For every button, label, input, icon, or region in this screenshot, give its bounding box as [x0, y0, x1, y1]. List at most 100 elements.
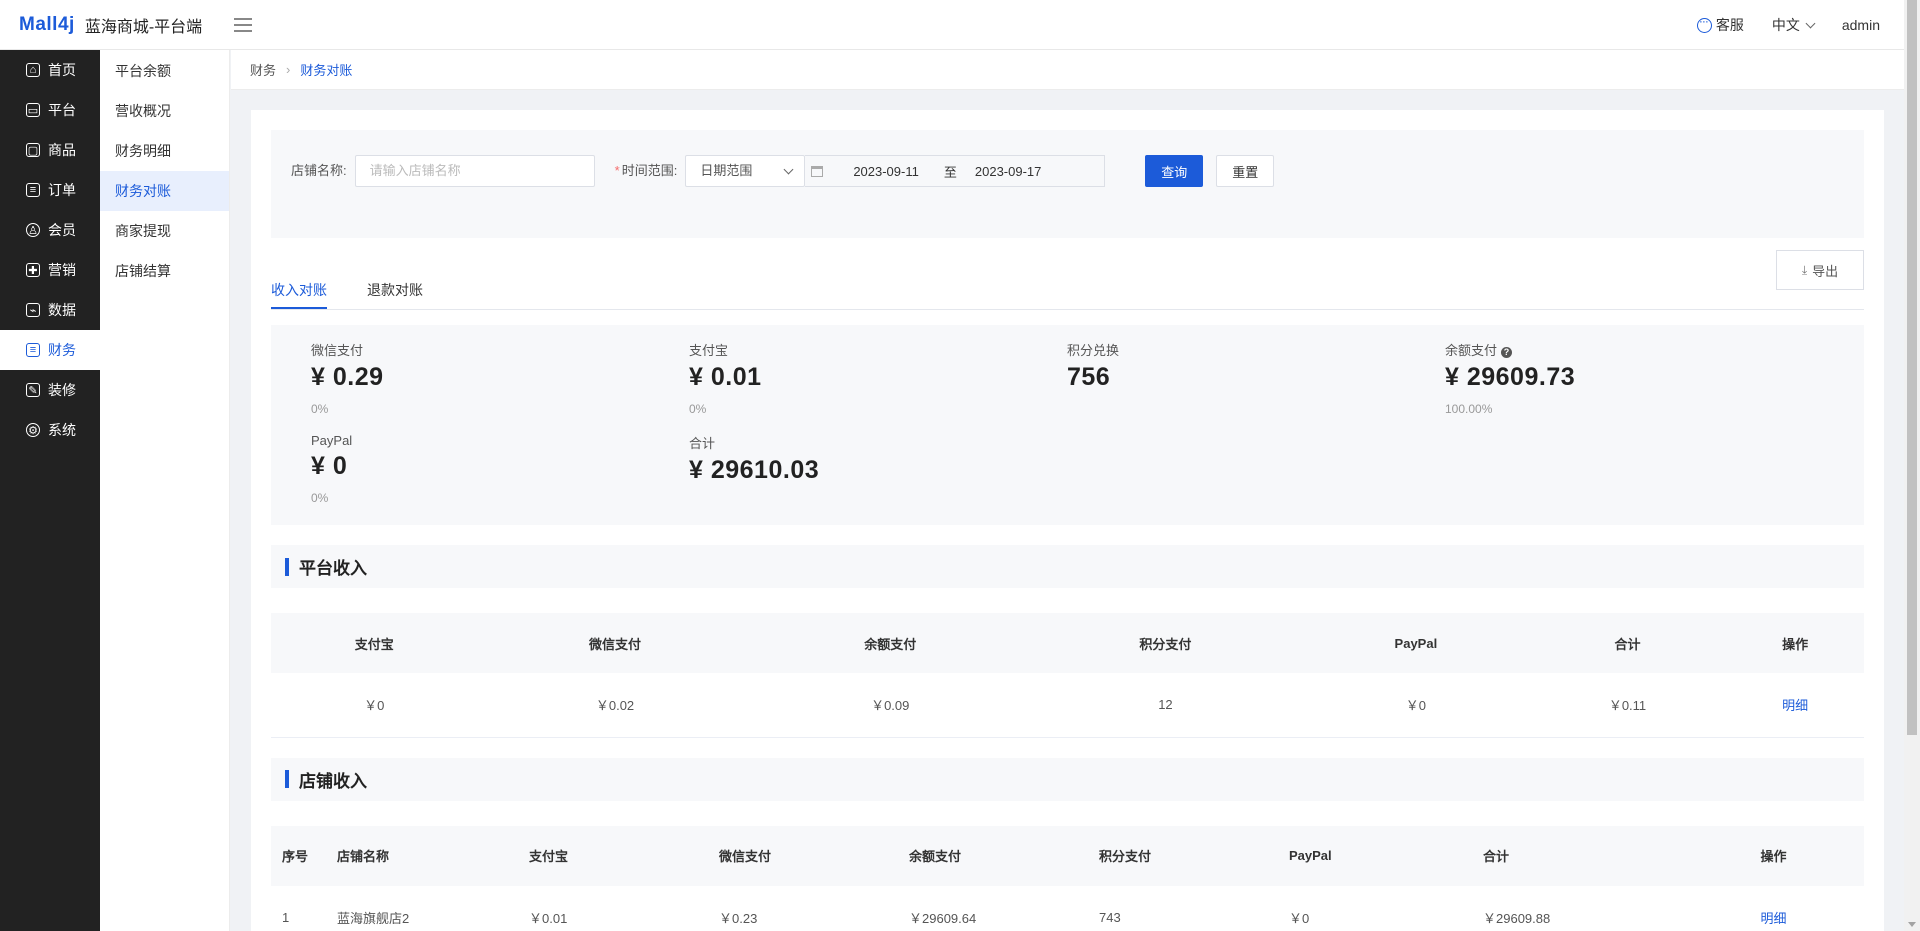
chevron-down-icon	[1805, 18, 1816, 28]
scroll-down-arrow-icon[interactable]	[1908, 922, 1916, 927]
stat-percent: 0%	[311, 491, 329, 505]
stat-label: 合计	[689, 436, 716, 451]
page-scrollbar[interactable]	[1904, 0, 1920, 931]
table-cell: ￥0.01	[529, 910, 568, 926]
table-cell: ￥29609.64	[909, 910, 977, 926]
reset-button[interactable]: 重置	[1216, 155, 1275, 187]
stat-value: ¥ 0	[311, 452, 348, 480]
language-select[interactable]: 中文	[1771, 15, 1816, 35]
range-separator: 至	[943, 164, 957, 180]
table-header: 序号	[282, 849, 309, 864]
gift-icon: ✚	[26, 263, 40, 277]
stat-percent: 0%	[689, 402, 707, 416]
stat-label: PayPal	[311, 433, 353, 448]
submenu-item-withdrawal[interactable]: 商家提现	[100, 211, 229, 251]
shop-income-table: 序号 店铺名称 支付宝 微信支付 余额支付 积分支付 PayPal 合计 操作 …	[271, 825, 1864, 931]
sidebar-item-order[interactable]: ≡ 订单	[0, 170, 100, 210]
logo[interactable]: Mall4j 蓝海商城-平台端	[0, 13, 230, 37]
breadcrumb-parent[interactable]: 财务	[250, 60, 276, 79]
table-header-row: 序号 店铺名称 支付宝 微信支付 余额支付 积分支付 PayPal 合计 操作	[271, 825, 1864, 886]
sidebar-item-system[interactable]: ⚙ 系统	[0, 410, 100, 450]
table-cell: ￥0	[1289, 910, 1310, 926]
date-range-picker[interactable]: 2023-09-11 至 2023-09-17	[805, 155, 1106, 187]
table-header: PayPal	[1289, 848, 1332, 863]
chevron-down-icon	[783, 164, 794, 174]
filter-panel: 店铺名称: 请输入店铺名称 * 时间范围: 日期范围 2023-09-11 至 2…	[271, 130, 1864, 238]
sidebar-item-data[interactable]: ⌁ 数据	[0, 290, 100, 330]
range-type-select[interactable]: 日期范围	[685, 155, 806, 187]
help-icon[interactable]: ?	[1501, 347, 1513, 358]
submenu-item-finance-detail[interactable]: 财务明细	[100, 131, 229, 171]
title-accent-bar	[285, 770, 289, 788]
time-range-label: * 时间范围:	[614, 163, 678, 178]
order-icon: ≡	[26, 183, 40, 197]
table-header: 积分支付	[1139, 636, 1192, 652]
platform-income-title: 平台收入	[271, 545, 1864, 588]
user-menu[interactable]: admin	[1842, 17, 1880, 33]
sidebar-item-label: 首页	[48, 62, 76, 78]
sidebar-item-decorate[interactable]: ✎ 装修	[0, 370, 100, 410]
calendar-icon	[811, 165, 824, 177]
detail-link[interactable]: 明细	[1760, 911, 1786, 926]
main-sidebar: ⌂ 首页 ▭ 平台 ▢ 商品 ≡ 订单 ♙ 会员 ✚ 营销 ⌁ 数据 ≡ 财务 ✎ 装修 ⚙ 系统	[0, 50, 100, 931]
stat-points: 积分兑换 756	[1067, 340, 1427, 392]
table-cell: ￥0.23	[719, 910, 758, 926]
table-header: 支付宝	[529, 849, 569, 864]
table-row: 1 蓝海旗舰店2 ￥0.01 ￥0.23 ￥29609.64 743 ￥0 ￥2…	[271, 886, 1864, 931]
submenu-item-shop-settlement[interactable]: 店铺结算	[100, 251, 229, 291]
sidebar-item-label: 营销	[48, 262, 76, 278]
end-date[interactable]: 2023-09-17	[975, 164, 1042, 179]
sidebar-item-finance[interactable]: ≡ 财务	[0, 330, 100, 370]
stat-value: ¥ 29610.03	[689, 456, 820, 484]
submenu-item-reconciliation[interactable]: 财务对账	[100, 171, 229, 211]
download-icon: ⤓	[1801, 262, 1808, 277]
customer-service-button[interactable]: 客服	[1696, 14, 1744, 35]
tab-income-reconciliation[interactable]: 收入对账	[271, 271, 327, 309]
stat-label: 余额支付?	[1445, 340, 1805, 359]
finance-icon: ≡	[26, 343, 40, 357]
stat-alipay: 支付宝 ¥ 0.01 0%	[689, 340, 1049, 416]
table-cell: 12	[1158, 697, 1173, 713]
table-header: 操作	[1760, 849, 1787, 864]
decorate-icon: ✎	[26, 383, 40, 397]
submenu-item-platform-balance[interactable]: 平台余额	[100, 51, 229, 91]
brand-logo: Mall4j	[19, 13, 75, 35]
language-label: 中文	[1771, 17, 1800, 33]
shop-name-input[interactable]: 请输入店铺名称	[354, 155, 595, 187]
table-header: 操作	[1782, 636, 1809, 652]
sidebar-item-home[interactable]: ⌂ 首页	[0, 50, 100, 90]
title-accent-bar	[285, 557, 289, 576]
range-type-value: 日期范围	[700, 163, 753, 178]
sidebar-item-label: 订单	[48, 182, 76, 198]
stat-balance: 余额支付? ¥ 29609.73 100.00%	[1445, 340, 1805, 416]
shop-income-title: 店铺收入	[271, 757, 1864, 801]
table-cell: ￥29609.88	[1483, 910, 1551, 926]
stat-percent: 0%	[311, 402, 329, 416]
query-button[interactable]: 查询	[1145, 155, 1204, 187]
main-card: 店铺名称: 请输入店铺名称 * 时间范围: 日期范围 2023-09-11 至 2…	[251, 110, 1884, 931]
table-header: 微信支付	[589, 636, 642, 652]
sidebar-item-goods[interactable]: ▢ 商品	[0, 130, 100, 170]
table-header: 支付宝	[354, 636, 394, 652]
export-button[interactable]: ⤓ 导出	[1776, 250, 1864, 290]
stat-value: ¥ 0.01	[689, 363, 762, 391]
start-date[interactable]: 2023-09-11	[853, 164, 919, 179]
table-header: 微信支付	[719, 849, 772, 864]
sidebar-item-platform[interactable]: ▭ 平台	[0, 90, 100, 130]
home-icon: ⌂	[26, 63, 40, 77]
table-cell: 743	[1099, 909, 1121, 925]
finance-submenu: 平台余额 营收概况 财务明细 财务对账 商家提现 店铺结算	[100, 50, 230, 931]
menu-toggle-icon[interactable]	[234, 17, 252, 32]
table-cell: 1	[282, 909, 290, 925]
scrollbar-thumb[interactable]	[1907, 0, 1917, 735]
sidebar-item-member[interactable]: ♙ 会员	[0, 210, 100, 250]
sidebar-item-marketing[interactable]: ✚ 营销	[0, 250, 100, 290]
submenu-item-revenue-overview[interactable]: 营收概况	[100, 91, 229, 131]
table-header: 店铺名称	[337, 849, 390, 864]
export-label: 导出	[1812, 263, 1839, 279]
tab-refund-reconciliation[interactable]: 退款对账	[367, 271, 423, 309]
top-header: Mall4j 蓝海商城-平台端 客服 中文 admin	[0, 0, 1904, 50]
sidebar-item-label: 会员	[48, 222, 76, 238]
breadcrumb-current: 财务对账	[300, 63, 353, 78]
detail-link[interactable]: 明细	[1782, 698, 1808, 713]
